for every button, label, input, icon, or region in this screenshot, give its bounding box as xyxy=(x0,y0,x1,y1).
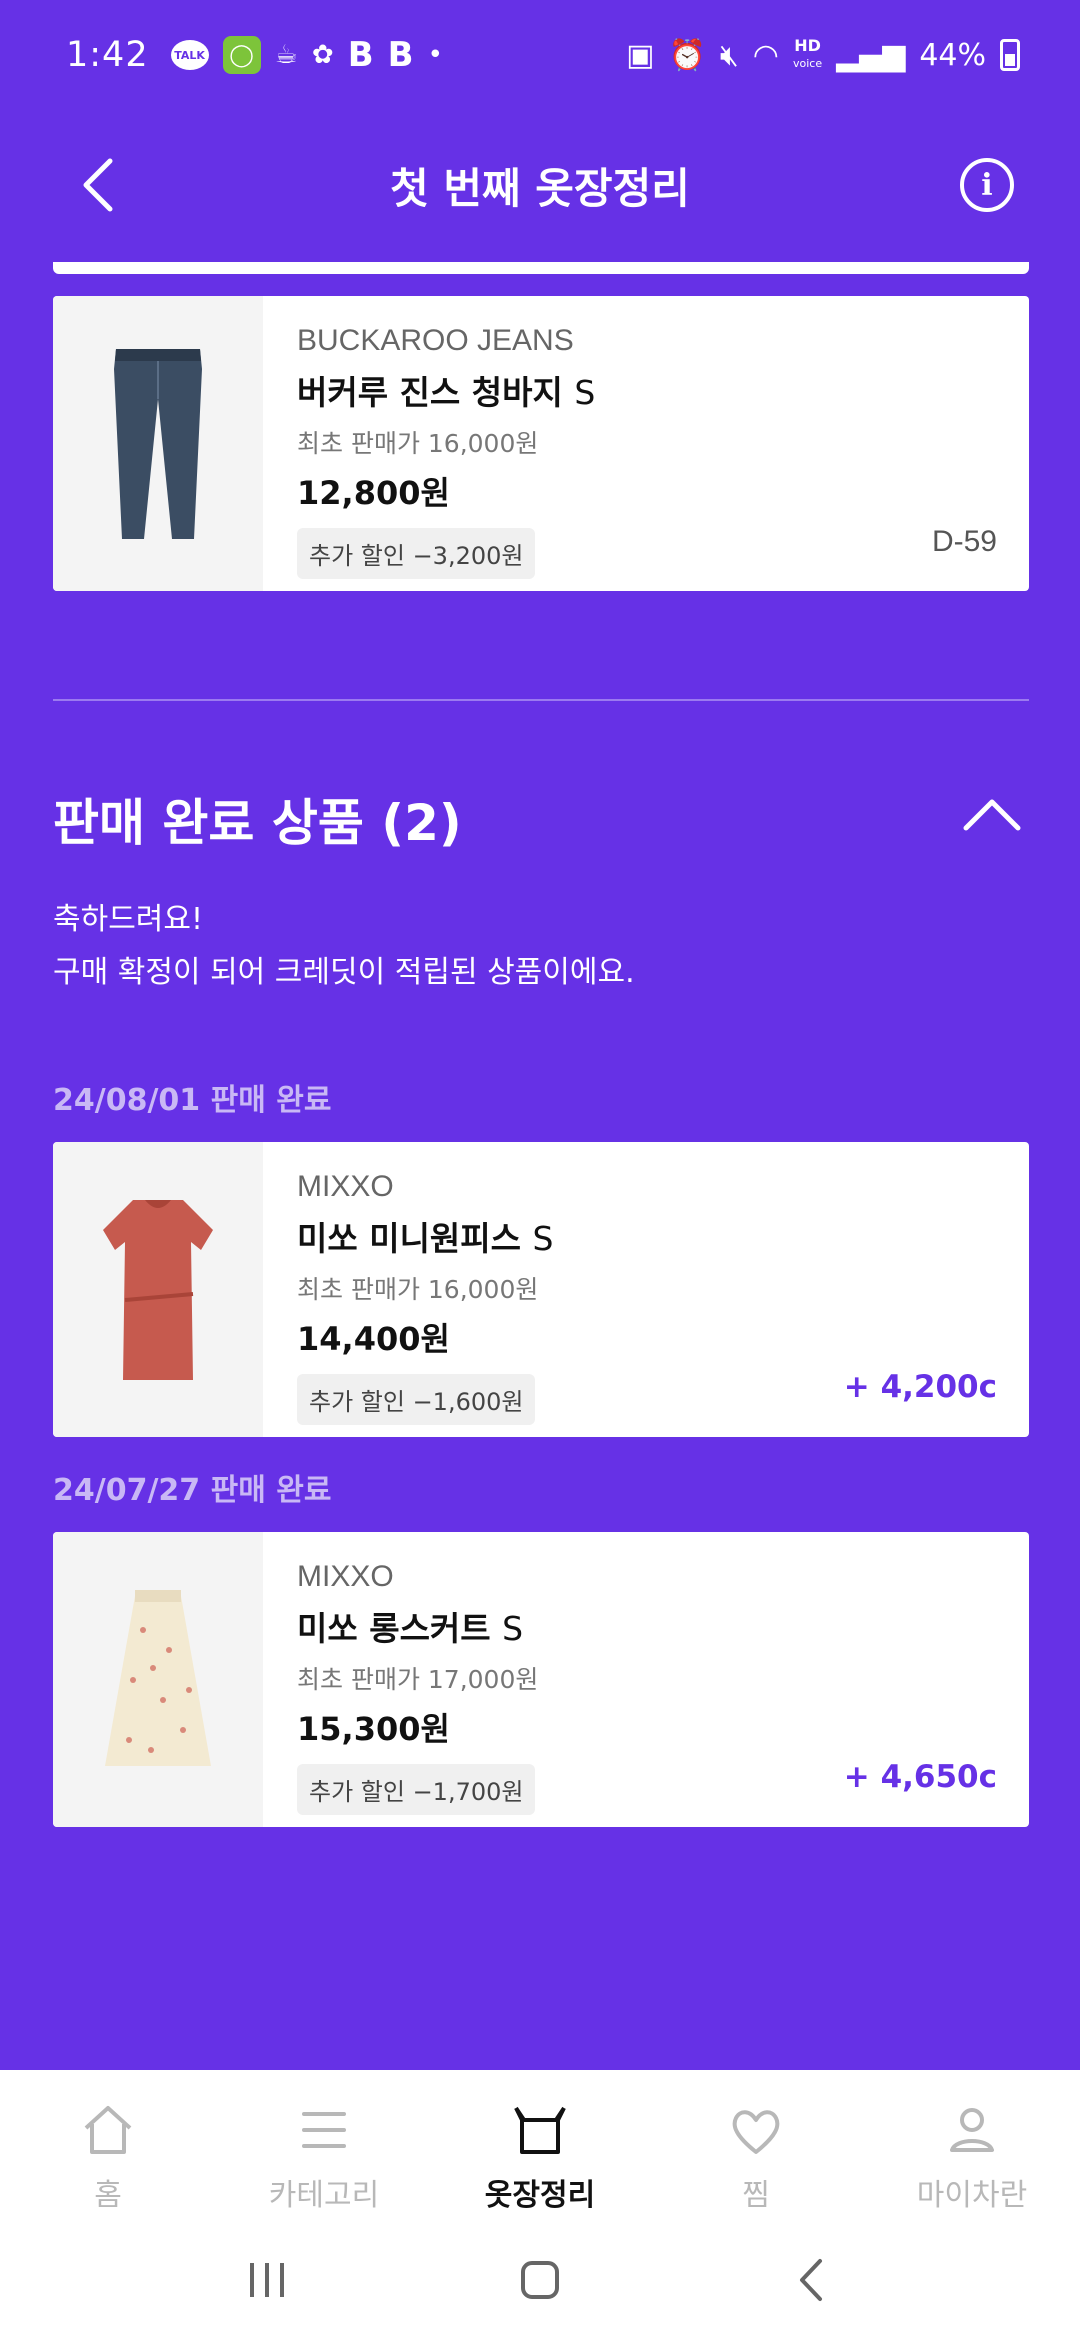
sold-section-title: 판매 완료 상품 (2) xyxy=(53,794,462,852)
sold-date-label: 24/07/27 판매 완료 xyxy=(53,1473,332,1508)
home-button[interactable] xyxy=(510,2250,570,2310)
nav-item-mypage[interactable]: 마이차란 xyxy=(864,2100,1080,2230)
product-size: S xyxy=(532,1219,554,1258)
battery-percent: 44% xyxy=(919,37,986,73)
sold-price: 15,300원 xyxy=(297,1710,450,1748)
status-time: 1:42 xyxy=(66,35,149,75)
product-image xyxy=(53,1532,263,1827)
sold-product-card[interactable]: MIXXO 미쏘 미니원피스 S 최초 판매가 16,000원 14,400원 … xyxy=(53,1142,1029,1437)
product-card[interactable]: BUCKAROO JEANS 버커루 진스 청바지 S 최초 판매가 16,00… xyxy=(53,296,1029,591)
b-app-icon: B xyxy=(347,35,374,75)
system-back-button[interactable] xyxy=(783,2250,843,2310)
product-brand: MIXXO xyxy=(297,1170,394,1203)
recent-apps-button[interactable] xyxy=(237,2250,297,2310)
signal-icon: ▂▄▆ xyxy=(836,37,906,73)
app-header: 첫 번째 옷장정리 i xyxy=(0,130,1080,240)
system-navigation xyxy=(0,2230,1080,2330)
current-price: 12,800원 xyxy=(297,474,450,512)
discount-badge: 추가 할인 −1,600원 xyxy=(297,1374,536,1425)
mute-icon: 🔇︎ xyxy=(719,37,739,73)
battery-saver-icon: ▣ xyxy=(626,37,655,73)
credit-earned: + 4,650c xyxy=(843,1759,997,1795)
alarm-icon: ⏰ xyxy=(668,37,706,73)
nav-item-home[interactable]: 홈 xyxy=(0,2100,216,2230)
nav-label: 마이차란 xyxy=(916,2178,1028,2213)
original-price: 최초 판매가 16,000원 xyxy=(297,429,539,458)
nav-item-closet[interactable]: 옷장정리 xyxy=(432,2100,648,2230)
discount-badge: 추가 할인 −3,200원 xyxy=(297,528,536,579)
closet-box-icon xyxy=(514,2106,566,2154)
product-name: 버커루 진스 청바지 S xyxy=(297,373,596,412)
nav-item-wishlist[interactable]: 찜 xyxy=(648,2100,864,2230)
menu-icon xyxy=(302,2112,346,2148)
message-line-2: 구매 확정이 되어 크레딧이 적립된 상품이에요. xyxy=(53,955,635,990)
nav-label: 옷장정리 xyxy=(484,2178,596,2213)
hd-voice-icon: HD voice xyxy=(792,36,823,71)
home-square-icon xyxy=(520,2261,559,2299)
product-image xyxy=(53,296,263,591)
product-name: 미쏘 롱스커트 S xyxy=(297,1609,524,1648)
discount-badge: 추가 할인 −1,700원 xyxy=(297,1764,536,1815)
b-app-icon-2: B xyxy=(387,35,414,75)
flower-icon: ✿ xyxy=(311,40,334,70)
app-notification-icon: ◯ xyxy=(222,36,261,74)
previous-card-edge xyxy=(53,262,1029,274)
battery-icon xyxy=(1000,39,1020,71)
product-image xyxy=(53,1142,263,1437)
info-button[interactable]: i xyxy=(960,158,1014,212)
product-name: 미쏘 미니원피스 S xyxy=(297,1219,554,1258)
collapse-button[interactable] xyxy=(960,790,1024,840)
product-brand: MIXXO xyxy=(297,1560,394,1593)
nav-item-category[interactable]: 카테고리 xyxy=(216,2100,432,2230)
section-divider xyxy=(53,699,1029,701)
sold-product-card[interactable]: MIXXO 미쏘 롱스커트 S 최초 판매가 17,000원 15,300원 추… xyxy=(53,1532,1029,1827)
original-price: 최초 판매가 16,000원 xyxy=(297,1275,539,1304)
product-size: S xyxy=(574,373,596,412)
bottom-navigation: 홈 카테고리 옷장정리 찜 마이차란 xyxy=(0,2070,1080,2340)
jeans-image xyxy=(114,348,202,539)
product-brand: BUCKAROO JEANS xyxy=(297,324,574,357)
dress-image xyxy=(103,1199,213,1380)
dday-label: D-59 xyxy=(931,525,997,558)
status-bar: 1:42 TALK ◯ ☕ ✿ B B • ▣ ⏰ 🔇︎ ◠ HD voice ▂… xyxy=(0,0,1080,110)
heart-icon xyxy=(732,2110,780,2154)
skirt-image xyxy=(105,1589,211,1766)
chevron-up-icon xyxy=(963,799,1021,831)
message-line-1: 축하드려요! xyxy=(53,902,204,937)
product-size: S xyxy=(502,1609,524,1648)
sold-message: 축하드려요! 구매 확정이 되어 크레딧이 적립된 상품이에요. xyxy=(53,893,635,999)
chevron-left-icon xyxy=(83,158,113,212)
kakaotalk-icon: TALK xyxy=(170,40,209,70)
original-price: 최초 판매가 17,000원 xyxy=(297,1665,539,1694)
nav-label: 찜 xyxy=(742,2178,770,2213)
page-title: 첫 번째 옷장정리 xyxy=(390,163,690,213)
coffee-icon: ☕ xyxy=(274,40,298,70)
info-icon: i xyxy=(981,167,993,203)
sold-date-label: 24/08/01 판매 완료 xyxy=(53,1083,332,1118)
wifi-icon: ◠ xyxy=(752,37,779,73)
nav-label: 카테고리 xyxy=(268,2178,380,2213)
sold-price: 14,400원 xyxy=(297,1320,450,1358)
back-arrow-icon xyxy=(800,2259,823,2301)
nav-label: 홈 xyxy=(94,2178,122,2213)
recent-apps-icon xyxy=(249,2263,284,2297)
more-notifications-icon: • xyxy=(427,40,443,70)
credit-earned: + 4,200c xyxy=(843,1369,997,1405)
user-icon xyxy=(950,2108,994,2152)
home-icon xyxy=(84,2106,132,2154)
back-button[interactable] xyxy=(72,155,132,215)
